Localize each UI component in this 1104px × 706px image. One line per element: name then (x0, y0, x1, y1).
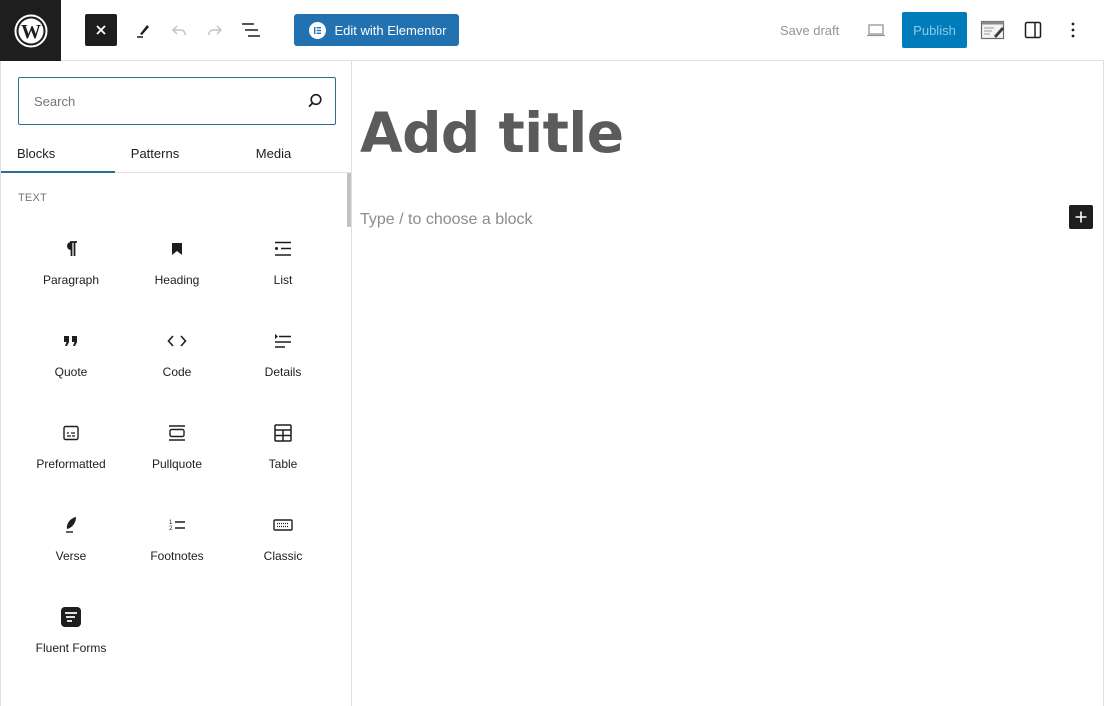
document-overview-button[interactable] (235, 14, 267, 46)
block-item-classic[interactable]: Classic (230, 503, 336, 595)
svg-text:W: W (21, 21, 41, 43)
category-title: Text (18, 192, 47, 204)
heading-bookmark-icon (165, 237, 189, 261)
block-label: Fluent Forms (35, 641, 107, 655)
block-label: List (273, 273, 293, 287)
settings-sidebar-button[interactable] (1017, 14, 1049, 46)
block-label: Classic (263, 549, 303, 563)
options-menu-button[interactable] (1057, 14, 1089, 46)
block-item-footnotes[interactable]: 1 2 Footnotes (124, 503, 230, 595)
block-item-quote[interactable]: Quote (18, 319, 124, 411)
editor-header: W Edit with Elementor Save draft Publish (0, 0, 1104, 61)
notes-button[interactable] (977, 14, 1009, 46)
block-item-table[interactable]: Table (230, 411, 336, 503)
quote-icon (59, 329, 83, 353)
block-label: Verse (55, 549, 87, 563)
edit-with-elementor-button[interactable]: Edit with Elementor (294, 14, 459, 46)
list-icon (271, 237, 295, 261)
elementor-button-label: Edit with Elementor (334, 22, 447, 38)
block-search (18, 77, 336, 125)
details-icon (271, 329, 295, 353)
undo-button[interactable] (163, 14, 195, 46)
block-item-verse[interactable]: Verse (18, 503, 124, 595)
publish-button[interactable]: Publish (902, 12, 967, 48)
tab-blocks[interactable]: Blocks (1, 134, 115, 173)
tab-patterns[interactable]: Patterns (115, 134, 195, 172)
wordpress-logo-icon: W (14, 14, 47, 47)
close-icon (96, 25, 106, 35)
block-item-code[interactable]: Code (124, 319, 230, 411)
document-overview-icon (242, 23, 260, 37)
block-label: Quote (54, 365, 88, 379)
block-label: Table (268, 457, 298, 471)
close-inserter-button[interactable] (85, 14, 117, 46)
tab-media[interactable]: Media (195, 134, 352, 172)
block-item-details[interactable]: Details (230, 319, 336, 411)
block-item-pullquote[interactable]: Pullquote (124, 411, 230, 503)
tools-button[interactable] (127, 14, 159, 46)
block-item-preformatted[interactable]: Preformatted (18, 411, 124, 503)
save-draft-button[interactable]: Save draft (772, 14, 847, 46)
svg-text:2: 2 (169, 526, 173, 532)
elementor-logo-icon (308, 21, 326, 39)
block-label: Preformatted (36, 457, 106, 471)
block-label: Heading (154, 273, 200, 287)
plus-icon (1075, 211, 1087, 223)
notes-edit-icon (980, 20, 1005, 40)
block-item-fluent-forms[interactable]: Fluent Forms (18, 595, 124, 687)
table-icon (271, 421, 295, 445)
post-title-input[interactable]: Add title (360, 101, 624, 165)
inserter-scrollbar[interactable] (347, 173, 351, 227)
undo-icon (171, 25, 186, 35)
paragraph-icon (59, 237, 83, 261)
block-label: Pullquote (151, 457, 203, 471)
redo-button[interactable] (199, 14, 231, 46)
sidebar-toggle-icon (1024, 21, 1042, 39)
block-label: Code (162, 365, 192, 379)
preview-button[interactable] (860, 14, 892, 46)
block-item-paragraph[interactable]: Paragraph (18, 227, 124, 319)
keyboard-icon (271, 513, 295, 537)
block-item-list[interactable]: List (230, 227, 336, 319)
search-icon[interactable] (295, 92, 335, 110)
verse-feather-icon (59, 513, 83, 537)
block-inserter-panel: Blocks Patterns Media Text Paragraph Hea… (0, 61, 352, 706)
preformatted-icon (59, 421, 83, 445)
default-block-appender[interactable]: Type / to choose a block (360, 211, 533, 229)
more-vertical-icon (1071, 22, 1075, 38)
pencil-icon (137, 25, 149, 38)
wordpress-logo-button[interactable]: W (0, 0, 61, 61)
block-label: Footnotes (150, 549, 204, 563)
block-list: Paragraph Heading List Quote Code Detail… (18, 227, 336, 687)
block-search-input[interactable] (19, 78, 295, 124)
add-block-button[interactable] (1069, 205, 1093, 229)
pullquote-icon (165, 421, 189, 445)
block-label: Paragraph (42, 273, 100, 287)
footnotes-icon: 1 2 (165, 513, 189, 537)
block-item-heading[interactable]: Heading (124, 227, 230, 319)
redo-icon (208, 25, 223, 35)
editor-canvas: Add title Type / to choose a block (352, 61, 1104, 706)
inserter-tabs: Blocks Patterns Media (1, 134, 352, 173)
block-label: Details (264, 365, 302, 379)
fluent-forms-icon (59, 605, 83, 629)
laptop-preview-icon (867, 24, 885, 37)
code-icon (165, 329, 189, 353)
